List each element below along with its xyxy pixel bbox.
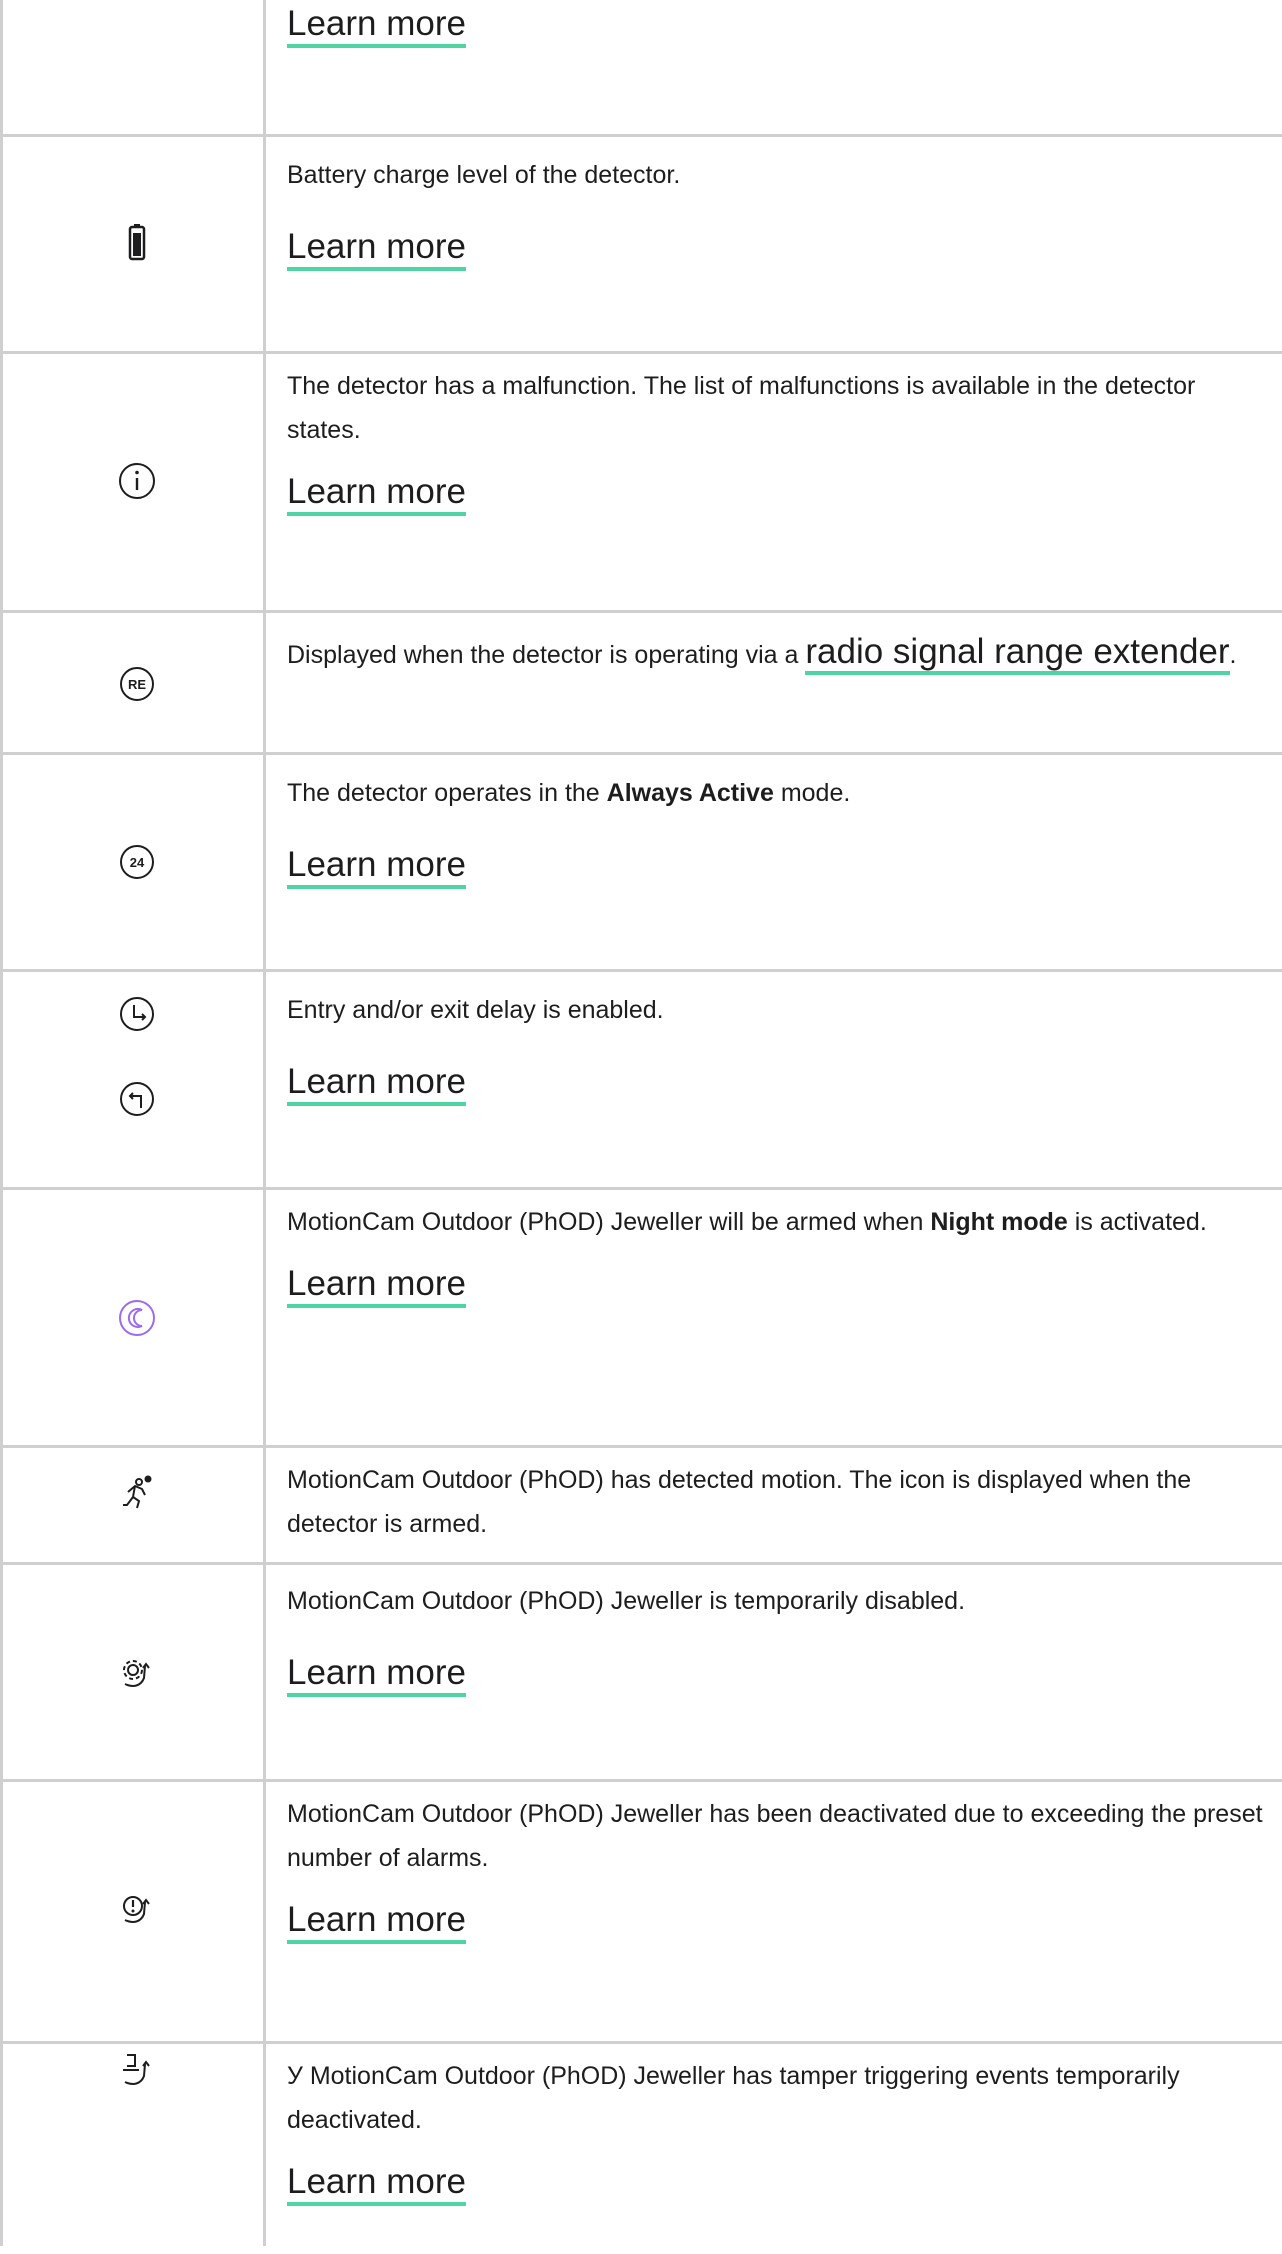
table-row: 24 The detector operates in the Always A… (3, 755, 1282, 972)
table-row: Learn more (3, 0, 1282, 137)
learn-more-link[interactable]: Learn more (287, 227, 466, 271)
deactivated-alarms-icon (115, 1888, 159, 1932)
row-description: The detector operates in the (287, 779, 600, 807)
table-row: RE Displayed when the detector is operat… (3, 613, 1282, 755)
learn-more-link[interactable]: Learn more (287, 472, 466, 516)
row-description-suffix: mode. (780, 779, 851, 807)
table-row: MotionCam Outdoor (PhOD) Jeweller is tem… (3, 1565, 1282, 1782)
table-row: Battery charge level of the detector. Le… (3, 137, 1282, 354)
always-active-icon: 24 (115, 840, 159, 884)
always-active-label: Always Active (606, 779, 774, 807)
table-row: Entry and/or exit delay is enabled. Lear… (3, 972, 1282, 1190)
table-row: MotionCam Outdoor (PhOD) has detected mo… (3, 1448, 1282, 1565)
learn-more-link[interactable]: Learn more (287, 1653, 466, 1697)
exit-delay-icon (115, 1077, 159, 1121)
learn-more-link[interactable]: Learn more (287, 1062, 466, 1106)
learn-more-link[interactable]: Learn more (287, 1264, 466, 1308)
entry-delay-icon (115, 992, 159, 1036)
row-description: Battery charge level of the detector. (287, 161, 681, 189)
row-description: MotionCam Outdoor (PhOD) Jeweller is tem… (287, 1587, 966, 1615)
re-icon-text: RE (128, 677, 146, 692)
row-description: Displayed when the detector is operating… (287, 641, 799, 669)
row-description: The detector has a malfunction. The list… (287, 372, 1196, 444)
radio-signal-range-extender-link[interactable]: radio signal range extender (805, 632, 1230, 675)
motion-detected-icon (115, 1470, 159, 1514)
info-icon (115, 459, 159, 503)
table-row: MotionCam Outdoor (PhOD) Jeweller has be… (3, 1782, 1282, 2044)
learn-more-link[interactable]: Learn more (287, 1900, 466, 1944)
learn-more-link[interactable]: Learn more (287, 845, 466, 889)
row-description-suffix: is activated. (1074, 1208, 1207, 1236)
row-description-suffix: . (1229, 641, 1237, 669)
battery-icon (115, 221, 159, 265)
row-description: MotionCam Outdoor (PhOD) has detected mo… (287, 1466, 1192, 1538)
table-row: The detector has a malfunction. The list… (3, 354, 1282, 613)
night-mode-label: Night mode (930, 1208, 1068, 1236)
table-row: MotionCam Outdoor (PhOD) Jeweller will b… (3, 1190, 1282, 1448)
row-description: Entry and/or exit delay is enabled. (287, 996, 664, 1024)
row-description: MotionCam Outdoor (PhOD) Jeweller will b… (287, 1208, 924, 1236)
table-row: У MotionCam Outdoor (PhOD) Jeweller has … (3, 2044, 1282, 2254)
temporarily-disabled-icon (115, 1652, 159, 1696)
night-mode-icon (115, 1296, 159, 1340)
tamper-deactivated-icon (115, 2050, 159, 2094)
range-extender-icon: RE (115, 662, 159, 706)
always-active-icon-text: 24 (130, 855, 145, 870)
icons-table: Learn more Battery charge level of the d… (0, 0, 1282, 2246)
row-description: У MotionCam Outdoor (PhOD) Jeweller has … (287, 2062, 1180, 2134)
learn-more-link[interactable]: Learn more (287, 4, 466, 48)
row-description: MotionCam Outdoor (PhOD) Jeweller has be… (287, 1800, 1263, 1872)
learn-more-link[interactable]: Learn more (287, 2162, 466, 2206)
